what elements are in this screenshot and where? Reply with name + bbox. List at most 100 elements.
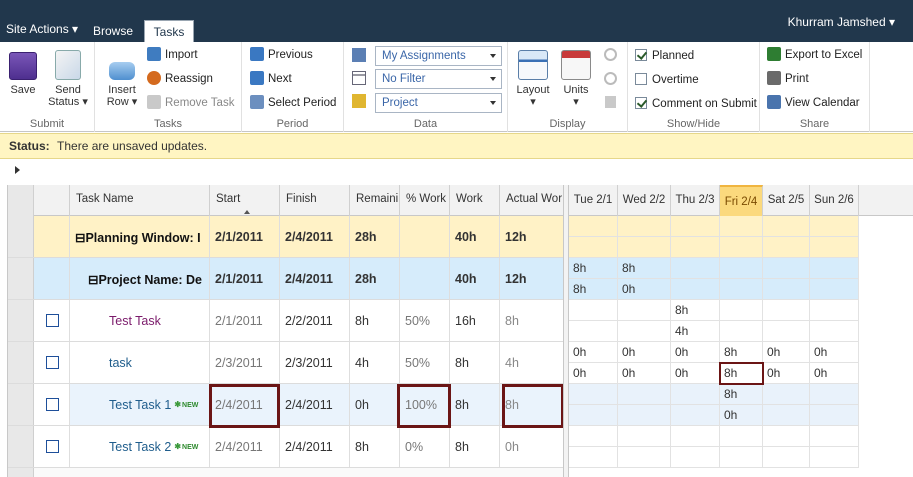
timeline-cell[interactable] — [569, 237, 618, 257]
col-actual-work[interactable]: Actual Wor — [500, 185, 563, 216]
expand-arrow-icon[interactable] — [15, 166, 20, 174]
zoom-in-icon[interactable] — [604, 48, 617, 61]
timeline-cell[interactable] — [671, 279, 720, 299]
remaining-cell[interactable]: 8h — [350, 426, 400, 467]
timeline-cell[interactable] — [763, 279, 810, 299]
zoom-out-icon[interactable] — [604, 72, 617, 85]
task-name-cell[interactable]: Test Task — [70, 300, 210, 341]
col-remaining[interactable]: Remaini — [350, 185, 400, 216]
remaining-cell[interactable]: 28h — [350, 258, 400, 299]
finish-cell[interactable]: 2/4/2011 — [280, 258, 350, 299]
col-work[interactable]: Work — [450, 185, 500, 216]
scroll-to-task-icon[interactable] — [605, 96, 616, 108]
start-cell[interactable]: 2/1/2011 — [210, 300, 280, 341]
timeline-cell[interactable] — [810, 258, 859, 278]
timeline-cell[interactable] — [569, 321, 618, 341]
export-excel-button[interactable]: Export to Excel — [767, 46, 862, 64]
work-cell[interactable]: 8h — [450, 384, 500, 425]
row-header[interactable] — [8, 258, 34, 299]
timeline-cell[interactable]: 0h — [618, 363, 671, 383]
remaining-cell[interactable]: 8h — [350, 300, 400, 341]
timeline-cell[interactable] — [810, 321, 859, 341]
timeline-cell[interactable] — [763, 447, 810, 467]
timeline-cell[interactable] — [810, 300, 859, 320]
timeline-cell[interactable] — [618, 216, 671, 236]
pct-work-cell[interactable]: 0% — [400, 426, 450, 467]
task-name-cell[interactable]: Test Task 2NEW — [70, 426, 210, 467]
timeline-cell[interactable] — [810, 384, 859, 404]
user-menu[interactable]: Khurram Jamshed ▾ — [788, 15, 895, 29]
next-button[interactable]: Next — [250, 70, 292, 88]
timeline-cell[interactable] — [763, 321, 810, 341]
start-cell[interactable]: 2/3/2011 — [210, 342, 280, 383]
timeline-cell[interactable] — [569, 405, 618, 425]
timeline-cell[interactable]: 8h — [720, 384, 763, 404]
assignments-dropdown[interactable]: My Assignments — [375, 46, 502, 66]
timeline-cell[interactable] — [671, 405, 720, 425]
work-cell[interactable]: 40h — [450, 258, 500, 299]
col-finish[interactable]: Finish — [280, 185, 350, 216]
finish-cell[interactable]: 2/3/2011 — [280, 342, 350, 383]
timeline-cell[interactable] — [569, 384, 618, 404]
timeline-cell[interactable] — [569, 300, 618, 320]
timeline-cell[interactable] — [618, 405, 671, 425]
col-pct-work[interactable]: % Work — [400, 185, 450, 216]
timeline-cell[interactable] — [569, 426, 618, 446]
remaining-cell[interactable]: 28h — [350, 216, 400, 257]
timeline-cell[interactable] — [671, 216, 720, 236]
timeline-cell[interactable] — [618, 321, 671, 341]
send-status-button[interactable]: Send Status ▾ — [46, 50, 90, 108]
row-select-checkbox[interactable] — [46, 398, 59, 411]
view-calendar-button[interactable]: View Calendar — [767, 94, 860, 112]
timeline-cell[interactable] — [763, 405, 810, 425]
timeline-cell[interactable] — [671, 258, 720, 278]
timeline-cell[interactable] — [763, 426, 810, 446]
row-select-checkbox[interactable] — [46, 314, 59, 327]
start-cell[interactable]: 2/1/2011 — [210, 258, 280, 299]
select-period-button[interactable]: Select Period — [250, 94, 336, 112]
timeline-cell[interactable]: 0h — [671, 342, 720, 362]
timeline-cell[interactable] — [763, 237, 810, 257]
layout-button[interactable]: Layout ▾ — [515, 50, 551, 108]
timeline-cell[interactable] — [618, 384, 671, 404]
pct-work-cell[interactable] — [400, 258, 450, 299]
timeline-cell[interactable] — [618, 426, 671, 446]
timeline-cell[interactable] — [720, 300, 763, 320]
timeline-cell[interactable] — [810, 216, 859, 236]
timeline-cell[interactable] — [720, 447, 763, 467]
task-name-cell[interactable]: ⊟Project Name: De — [70, 258, 210, 299]
timeline-cell[interactable] — [569, 216, 618, 236]
timeline-cell[interactable] — [810, 426, 859, 446]
col-task-name[interactable]: Task Name — [70, 185, 210, 216]
site-actions-menu[interactable]: Site Actions ▾ — [6, 22, 78, 36]
timeline-cell[interactable]: 0h — [810, 363, 859, 383]
timeline-cell[interactable] — [763, 258, 810, 278]
row-header[interactable] — [8, 342, 34, 383]
finish-cell[interactable]: 2/2/2011 — [280, 300, 350, 341]
print-button[interactable]: Print — [767, 70, 809, 88]
timeline-cell[interactable] — [671, 384, 720, 404]
task-row[interactable]: Test Task 2NEW 2/4/2011 2/4/2011 8h 0% 8… — [8, 426, 563, 468]
work-cell[interactable]: 8h — [450, 426, 500, 467]
pct-work-cell[interactable] — [400, 216, 450, 257]
timeline-cell[interactable]: 8h — [671, 300, 720, 320]
task-row[interactable]: Test Task 2/1/2011 2/2/2011 8h 50% 16h 8… — [8, 300, 563, 342]
remaining-cell[interactable]: 0h — [350, 384, 400, 425]
col-start[interactable]: Start — [210, 185, 280, 216]
import-button[interactable]: Import — [147, 46, 198, 64]
work-cell[interactable]: 8h — [450, 342, 500, 383]
finish-cell[interactable]: 2/4/2011 — [280, 216, 350, 257]
summary-row-planning-window[interactable]: ⊟Planning Window: I 2/1/2011 2/4/2011 28… — [8, 216, 563, 258]
work-cell[interactable]: 40h — [450, 216, 500, 257]
tab-browse[interactable]: Browse — [93, 24, 133, 38]
filter-dropdown[interactable]: No Filter — [375, 69, 502, 89]
timeline-cell[interactable]: 0h — [618, 279, 671, 299]
task-name-cell[interactable]: task — [70, 342, 210, 383]
timeline-cell[interactable]: 0h — [569, 363, 618, 383]
actual-work-cell[interactable]: 12h — [500, 258, 563, 299]
timeline-cell[interactable] — [810, 237, 859, 257]
timeline-cell[interactable] — [569, 447, 618, 467]
timeline-cell[interactable]: 0h — [763, 342, 810, 362]
timeline-cell[interactable] — [810, 279, 859, 299]
actual-work-cell[interactable]: 4h — [500, 342, 563, 383]
